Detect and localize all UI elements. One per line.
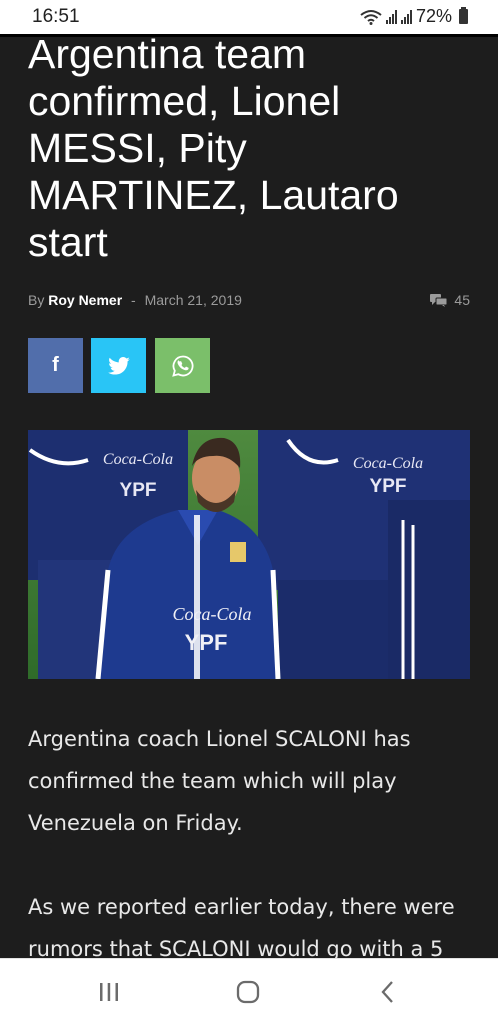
battery-icon [459,7,468,24]
comment-count: 45 [454,292,470,308]
home-icon [236,980,260,1004]
back-icon [381,981,393,1003]
photo-ypf-main: YPF [185,630,228,655]
photo-sponsor-left: Coca-Cola [103,451,173,468]
photo-sponsor-main: Coca-Cola [173,604,252,624]
back-button[interactable] [368,977,408,1007]
status-bar: 16:51 72% [0,0,498,34]
status-time: 16:51 [32,6,80,27]
wifi-icon [360,9,382,25]
recent-apps-icon [100,983,118,1001]
whatsapp-share-button[interactable] [155,338,210,393]
article-photo[interactable]: Coca-Cola YPF Coca-Cola YPF Coca-Cola YP… [28,430,470,679]
meta-separator: - [131,292,136,308]
photo-sponsor-right: Coca-Cola [353,455,423,472]
home-button[interactable] [228,977,268,1007]
photo-ypf-right: YPF [370,476,407,497]
article-title: Argentina team confirmed, Lionel MESSI, … [28,34,399,265]
photo-graphic: Coca-Cola YPF Coca-Cola YPF Coca-Cola YP… [28,430,470,679]
whatsapp-icon [171,355,193,377]
facebook-icon: f [52,354,59,376]
facebook-share-button[interactable]: f [28,338,83,393]
navigation-bar [0,958,498,1025]
article-date: March 21, 2019 [144,292,242,308]
article-meta: By Roy Nemer - March 21, 2019 45 [28,292,470,308]
photo-ypf-left: YPF [120,480,157,501]
comment-icon [430,293,448,307]
twitter-icon [107,356,130,375]
signal-icon [385,9,397,24]
by-label: By [28,292,45,308]
battery-percent: 72% [415,6,452,26]
article-view[interactable]: Argentina team confirmed, Lionel MESSI, … [0,34,498,958]
twitter-share-button[interactable] [91,338,146,393]
status-icons: 72% [360,6,468,27]
article-paragraph: As we reported earlier today, there were… [28,895,455,958]
article-paragraph: Argentina coach Lionel SCALONI has confi… [28,727,411,835]
signal-icon [400,9,412,24]
comments-link[interactable]: 45 [430,292,470,308]
author-link[interactable]: Roy Nemer [48,292,122,308]
recent-apps-button[interactable] [89,977,129,1007]
